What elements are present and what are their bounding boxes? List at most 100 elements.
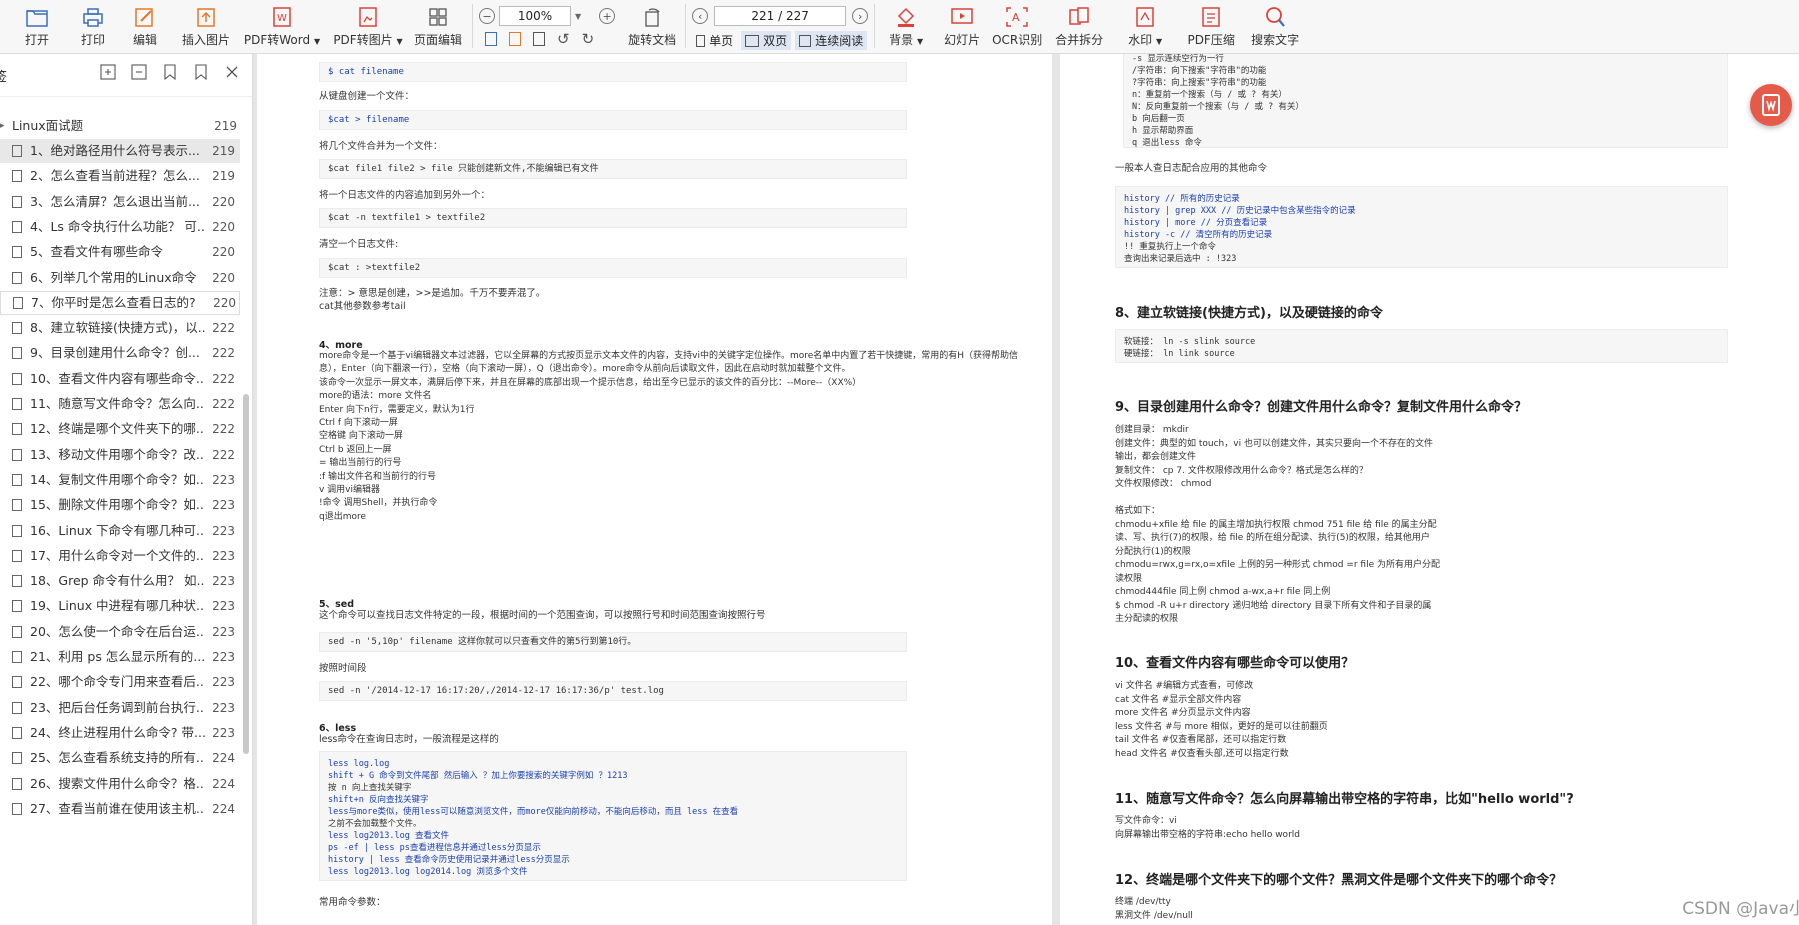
bookmark-icon: [12, 473, 22, 486]
pdf-to-image-button[interactable]: PDF转图片 ▼: [328, 0, 408, 48]
bookmark-icon: [12, 372, 22, 385]
sidebar-scrollbar[interactable]: [243, 394, 249, 754]
rotate-right-icon[interactable]: ↻: [582, 32, 595, 47]
pdf-to-word-button[interactable]: W PDF转Word ▼: [242, 0, 322, 48]
sidebar-item[interactable]: 26、搜索文件用什么命令？格... 224: [0, 772, 240, 796]
sidebar-item[interactable]: 22、哪个命令专门用来查看后... 223: [0, 670, 240, 694]
sidebar-item[interactable]: 19、Linux 中进程有哪几种状... 223: [0, 594, 240, 618]
floating-tool-button[interactable]: [1750, 84, 1792, 126]
sidebar-item[interactable]: 17、用什么命令对一个文件的... 223: [0, 544, 240, 568]
sidebar-root-item[interactable]: ▸ Linux面试题 219: [0, 114, 240, 138]
sidebar-item[interactable]: 24、终止进程用什么命令? 带... 223: [0, 721, 240, 745]
open-button[interactable]: 打开: [18, 0, 56, 48]
page-edit-button[interactable]: 页面编辑: [410, 0, 466, 48]
code-block: $cat -n textfile1 > textfile2: [319, 208, 907, 228]
text-line: more命令是一个基于vi编辑器文本过滤器，它以全屏幕的方式按页显示文本文件的内…: [319, 351, 1019, 361]
bookmark-icon: [12, 271, 22, 284]
bookmark-add-icon[interactable]: [162, 64, 178, 81]
sidebar-item[interactable]: 11、随意写文件命令？怎么向... 222: [0, 392, 240, 416]
code-line: $cat file1 file2 > file 只能创建新文件,不能编辑已有文件: [328, 164, 599, 174]
background-button[interactable]: 背景 ▼: [881, 0, 931, 48]
single-page-button[interactable]: 单页: [692, 31, 737, 50]
bookmark-icon: [12, 347, 22, 360]
sidebar-item[interactable]: 21、利用 ps 怎么显示所有的... 223: [0, 645, 240, 669]
actual-size-icon[interactable]: [509, 32, 521, 46]
rotate-left-icon[interactable]: ↺: [557, 32, 570, 47]
sidebar-item[interactable]: 5、查看文件有哪些命令 220: [0, 240, 240, 264]
bookmark-icon: [12, 549, 22, 562]
sidebar-item[interactable]: 20、怎么使一个命令在后台运... 223: [0, 620, 240, 644]
text-line: 从键盘创建一个文件：: [319, 91, 415, 102]
sidebar-item[interactable]: 13、移动文件用哪个命令？改... 222: [0, 443, 240, 467]
insert-image-icon: [193, 5, 219, 29]
prev-page-icon[interactable]: ‹: [692, 8, 709, 24]
rotate-document-icon: [639, 5, 665, 29]
sidebar-item[interactable]: 23、把后台任务调到前台执行... 223: [0, 696, 240, 720]
merge-split-button[interactable]: 合并拆分: [1053, 0, 1105, 48]
ocr-button[interactable]: A OCR识别: [991, 0, 1043, 48]
bookmark-icon: [12, 423, 22, 436]
watermark-button[interactable]: 水印 ▼: [1123, 0, 1167, 48]
text-line: $ chmod -R u+r directory 递归地给 directory …: [1115, 600, 1432, 611]
edit-button[interactable]: 编辑: [126, 0, 164, 48]
section-heading: 4、more: [319, 340, 363, 351]
sidebar-item[interactable]: 12、终端是哪个文件夹下的哪... 222: [0, 417, 240, 441]
slideshow-button[interactable]: 幻灯片: [939, 0, 985, 48]
next-page-icon[interactable]: ›: [852, 8, 869, 24]
page-number-input[interactable]: 221 / 227: [714, 6, 847, 26]
paint-bucket-icon: [893, 5, 919, 29]
dropdown-arrow-icon: ▼: [313, 37, 321, 46]
fit-page-icon[interactable]: [485, 32, 497, 46]
sidebar-item[interactable]: 15、删除文件用哪个命令？如... 223: [0, 493, 240, 517]
sidebar-item-label: 22、哪个命令专门用来查看后...: [30, 674, 205, 690]
zoom-dropdown-icon[interactable]: ▼: [575, 12, 581, 21]
sidebar-item[interactable]: 10、查看文件内容有哪些命令... 222: [0, 367, 240, 391]
watermark-label: 水印: [1128, 33, 1153, 47]
remove-bookmark-icon[interactable]: [131, 64, 147, 80]
expand-icon[interactable]: ▸: [0, 114, 12, 138]
toolbar-divider: [472, 4, 473, 48]
continuous-reading-button[interactable]: 连续阅读: [795, 31, 868, 50]
sidebar-item-label: 11、随意写文件命令？怎么向...: [30, 396, 205, 411]
sidebar-item[interactable]: 8、建立软链接(快捷方式)，以... 222: [0, 316, 240, 340]
sidebar-item[interactable]: 25、怎么查看系统支持的所有... 224: [0, 746, 240, 770]
close-icon[interactable]: [224, 64, 240, 80]
bookmark-icon: [12, 499, 22, 512]
double-page-button[interactable]: 双页: [741, 31, 792, 50]
text-line: more 文件名 #分页显示文件内容: [1115, 708, 1251, 718]
add-bookmark-icon[interactable]: [100, 64, 116, 80]
bookmark-icon: [12, 145, 22, 157]
sidebar-item[interactable]: 1、绝对路径用什么符号表示... 219: [0, 139, 240, 163]
text-line: 复制文件： cp 7. 文件权限修改用什么命令？格式是怎么样的？: [1115, 465, 1368, 476]
insert-image-button[interactable]: 插入图片: [176, 0, 236, 48]
sidebar-item[interactable]: 3、怎么清屏？怎么退出当前... 220: [0, 190, 240, 214]
sidebar-item[interactable]: 4、Ls 命令执行什么功能？ 可... 220: [0, 215, 240, 239]
sidebar-item[interactable]: 27、查看当前谁在使用该主机... 224: [0, 797, 240, 821]
rotate-document-button[interactable]: 旋转文档: [625, 0, 679, 48]
sidebar-item[interactable]: 14、复制文件用哪个命令？如... 223: [0, 468, 240, 492]
search-text-button[interactable]: 搜索文字: [1247, 0, 1303, 48]
sidebar-item[interactable]: 9、目录创建用什么命令？创... 222: [0, 341, 240, 365]
fit-width-icon[interactable]: [533, 32, 545, 46]
text-line: 将一个日志文件的内容追加到另外一个：: [319, 190, 491, 201]
sidebar-item[interactable]: 2、怎么查看当前进程？怎么... 219: [0, 164, 240, 188]
text-line: cat其他参数参考tail: [319, 301, 406, 312]
sidebar-item[interactable]: 18、Grep 命令有什么用？ 如... 223: [0, 569, 240, 593]
code-block: $ cat filename: [319, 62, 907, 82]
single-page-icon: [696, 34, 706, 47]
bookmark-icon[interactable]: [193, 64, 209, 81]
sidebar-item[interactable]: 6、列举几个常用的Linux命令 220: [0, 266, 240, 290]
bookmark-icon: [12, 524, 22, 537]
zoom-out-icon[interactable]: −: [479, 8, 495, 24]
pdf-compress-button[interactable]: PDF压缩: [1183, 0, 1239, 48]
sidebar-item[interactable]: 16、Linux 下命令有哪几种可... 223: [0, 519, 240, 543]
zoom-input[interactable]: 100%: [499, 6, 571, 26]
print-button[interactable]: 打印: [74, 0, 112, 48]
code-line: ps -ef | less ps查看进程信息并通过less分页显示: [328, 843, 541, 853]
zoom-in-icon[interactable]: +: [599, 8, 616, 24]
sidebar-item-label: 6、列举几个常用的Linux命令: [30, 269, 197, 285]
text-line: 读权限: [1115, 573, 1143, 584]
sidebar-item[interactable]: 7、你平时是怎么查看日志的? 220: [0, 290, 240, 315]
bookmark-icon: [12, 726, 22, 739]
code-block: sed -n '5,10p' filename 这样你就可以只查看文件的第5行到…: [319, 632, 907, 652]
